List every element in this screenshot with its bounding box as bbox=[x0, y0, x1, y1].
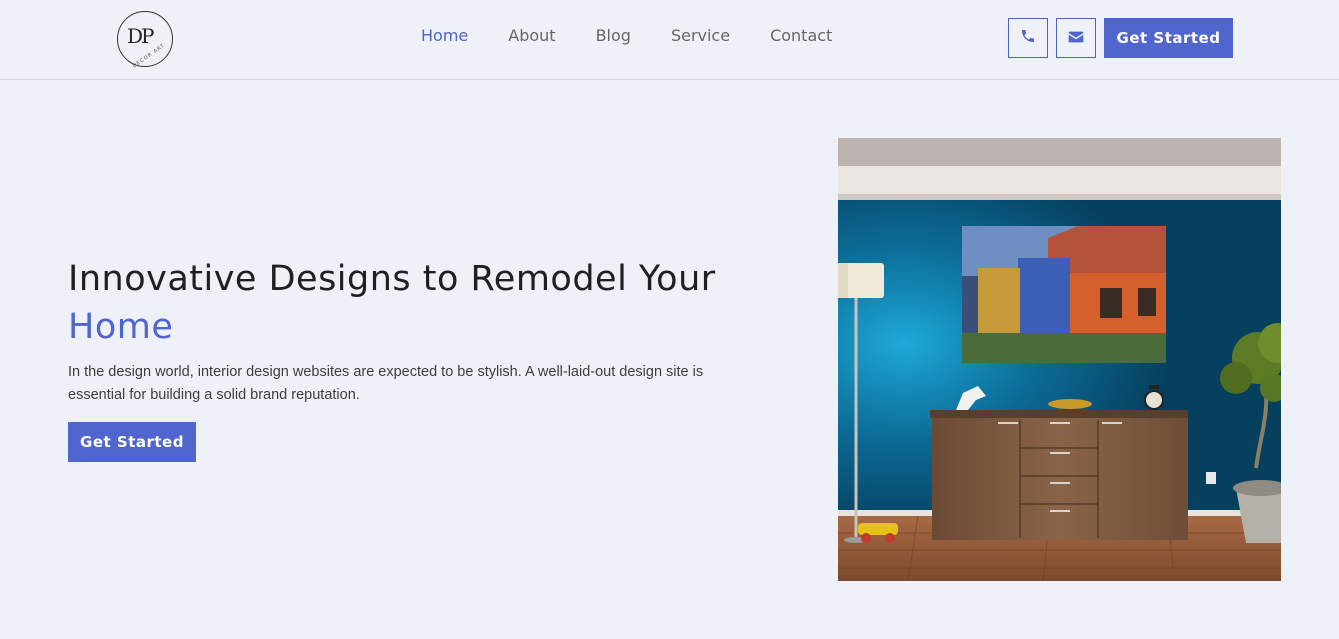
hero-get-started-button[interactable]: Get Started bbox=[68, 422, 196, 462]
hero-title-main: Innovative Designs to Remodel Your bbox=[68, 259, 716, 299]
hero-title-accent: Home bbox=[68, 307, 174, 347]
nav-item-contact[interactable]: Contact bbox=[770, 26, 832, 46]
envelope-icon bbox=[1068, 29, 1084, 48]
hero-description: In the design world, interior design web… bbox=[68, 364, 704, 403]
phone-button[interactable] bbox=[1008, 18, 1048, 58]
site-header: DP DECOR ART Home About Blog Service Con… bbox=[0, 0, 1339, 80]
hero-title: Innovative Designs to Remodel Your Home bbox=[68, 255, 788, 351]
header-get-started-button[interactable]: Get Started bbox=[1104, 18, 1233, 58]
phone-icon bbox=[1020, 28, 1036, 48]
main-nav: Home About Blog Service Contact bbox=[421, 26, 872, 46]
nav-item-blog[interactable]: Blog bbox=[596, 26, 631, 46]
nav-item-service[interactable]: Service bbox=[671, 26, 730, 46]
brand-logo[interactable]: DP DECOR ART bbox=[117, 11, 173, 69]
nav-item-home[interactable]: Home bbox=[421, 26, 468, 46]
nav-item-about[interactable]: About bbox=[508, 26, 555, 46]
hero-interior-image bbox=[838, 138, 1281, 581]
email-button[interactable] bbox=[1056, 18, 1096, 58]
logo-mark: DP bbox=[127, 24, 154, 48]
